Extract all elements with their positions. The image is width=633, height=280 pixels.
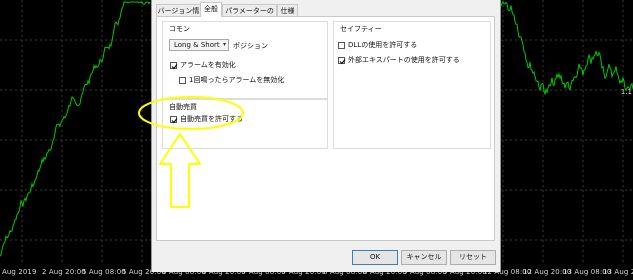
check-icon [338,56,346,64]
x-axis-tick-label: Aug 2019 [2,268,37,276]
tab-common[interactable]: 全般 [200,2,222,17]
allow-experts-checkbox[interactable]: 外部エキスパートの使用を許可する [338,55,460,65]
position-select-value: Long & Short [174,41,220,49]
cancel-button[interactable]: キャンセル [401,250,447,265]
group-safety-title: セイフティー [340,25,382,33]
x-axis-tick-label: 2 Aug 20:00 [42,268,86,276]
group-common-title: コモン [169,25,190,33]
group-autotrading: 自動売買 [162,99,328,149]
allow-autotrading-label: 自動売買を許可する [180,115,243,123]
checkbox-empty-icon [179,76,186,84]
allow-dll-label: DLLの使用を許可する [348,41,418,49]
alerts-enable-label: アラームを有効化 [180,61,236,69]
tab-inputs[interactable]: パラメーターの入力 [222,4,277,27]
y-axis-label: 1.1 [620,88,632,96]
allow-experts-label: 外部エキスパートの使用を許可する [348,56,460,64]
reset-button[interactable]: リセット [450,250,496,265]
checkbox-empty-icon [338,41,345,49]
position-select[interactable]: Long & Short ▾ [169,39,229,51]
tab-dependencies[interactable]: 仕様 [277,4,298,16]
check-icon [170,61,178,69]
alerts-enable-checkbox[interactable]: アラームを有効化 [170,60,236,70]
allow-dll-checkbox[interactable]: DLLの使用を許可する [338,40,417,50]
check-icon [170,115,178,123]
ok-button[interactable]: OK [352,250,398,265]
properties-dialog: バージョン情報 全般 パラメーターの入力 仕様 コモン Long & Short… [151,0,501,272]
x-axis-tick-label: 13 Aug 20:00 [603,268,633,276]
chevron-down-icon: ▾ [222,41,226,48]
tab-panel-common: コモン Long & Short ▾ ポジション アラームを有効化 1回鳴ったら… [156,16,495,241]
price-line-right [499,1,633,96]
x-axis-tick-label: 5 Aug 08:00 [82,268,126,276]
alerts-once-label: 1回鳴ったらアラームを無効化 [189,76,285,84]
position-label: ポジション [233,42,268,50]
group-autotrading-title: 自動売買 [169,103,197,111]
alerts-once-checkbox[interactable]: 1回鳴ったらアラームを無効化 [179,75,284,85]
tab-about[interactable]: バージョン情報 [156,4,201,27]
allow-autotrading-checkbox[interactable]: 自動売買を許可する [170,114,243,124]
